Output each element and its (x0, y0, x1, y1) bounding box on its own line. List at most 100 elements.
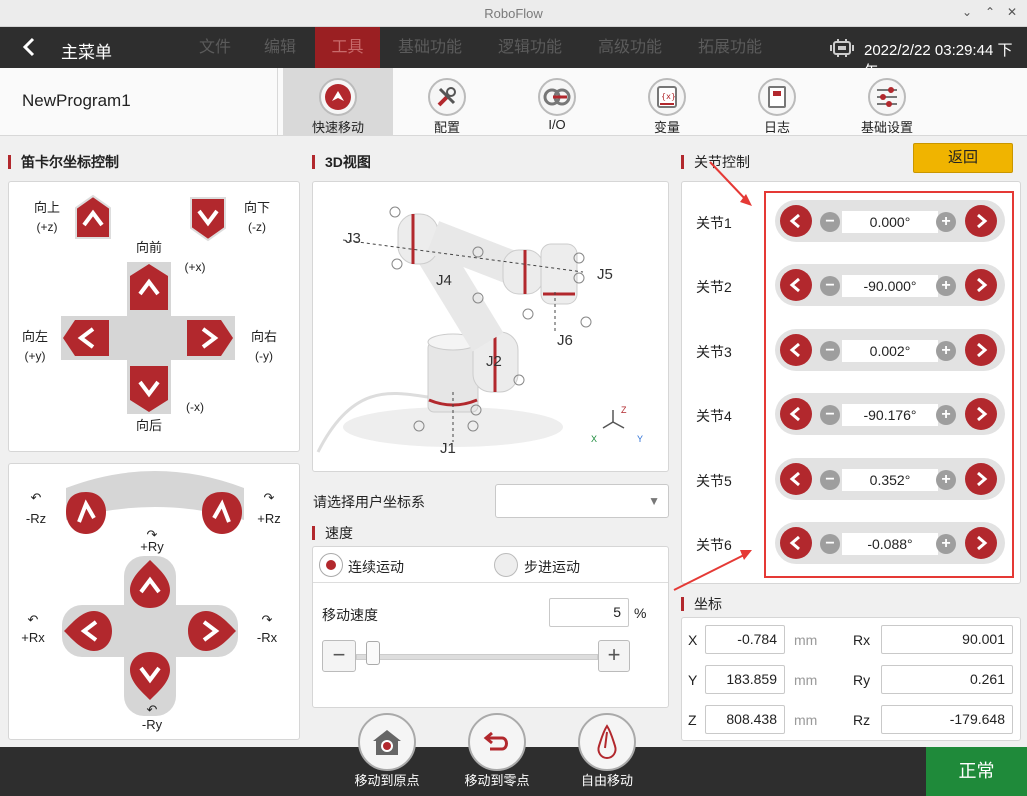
step-mode-label: 步进运动 (524, 559, 580, 575)
minus-icon[interactable]: − (820, 212, 840, 232)
menu-file[interactable]: 文件 (190, 27, 240, 68)
rotate-pos-ry-button[interactable] (128, 558, 172, 610)
speed-increase-button[interactable]: + (598, 640, 630, 672)
speed-slider-track[interactable] (356, 654, 598, 660)
plus-icon[interactable]: + (936, 470, 956, 490)
joint-6-increase-button[interactable] (965, 527, 997, 559)
menu-extension-functions[interactable]: 拓展功能 (690, 27, 770, 68)
joint-2-value[interactable]: -90.000° (842, 275, 938, 297)
rotate-neg-rx-button[interactable] (186, 609, 238, 653)
hand-icon (597, 724, 617, 760)
move-forward-button[interactable] (128, 262, 170, 312)
joint-4-decrease-button[interactable] (780, 398, 812, 430)
rotate-neg-ry-button[interactable] (128, 650, 172, 702)
tool-config[interactable]: 配置 (392, 68, 502, 136)
step-mode-radio[interactable] (494, 553, 518, 577)
move-right-button[interactable] (185, 318, 235, 358)
tool-log[interactable]: 日志 (722, 68, 832, 136)
z-unit: mm (794, 712, 818, 728)
plus-icon[interactable]: + (936, 341, 956, 361)
move-speed-input[interactable]: 5 (549, 598, 629, 627)
move-back-button[interactable] (128, 364, 170, 414)
joint-1-control-row: −0.000° + (775, 200, 1005, 242)
continuous-mode-radio[interactable] (319, 553, 343, 577)
move-home-button[interactable] (358, 713, 416, 771)
joint-1-increase-button[interactable] (965, 205, 997, 237)
joint-4-label: 关节4 (696, 408, 732, 424)
move-down-label: 向下 (243, 200, 270, 215)
back-arrow-icon[interactable] (22, 37, 36, 62)
joint-4-increase-button[interactable] (965, 398, 997, 430)
free-move-button[interactable] (578, 713, 636, 771)
joint-5-decrease-button[interactable] (780, 463, 812, 495)
menu-tools[interactable]: 工具 (315, 27, 380, 68)
rotate-neg-rz-button[interactable] (64, 490, 108, 536)
joint-5-control-row: −0.352° + (775, 458, 1005, 500)
minus-icon[interactable]: − (820, 276, 840, 296)
ry-neg-rotate-icon: ↶ (146, 702, 158, 717)
joint-4-value[interactable]: -90.176° (842, 404, 938, 426)
plus-icon[interactable]: + (936, 276, 956, 296)
top-menu-bar: 主菜单 文件 编辑 工具 基础功能 逻辑功能 高级功能 拓展功能 2022/2/… (0, 27, 1027, 80)
rz-value: -179.648 (881, 705, 1013, 734)
dropdown-arrow-icon: ▼ (648, 494, 660, 508)
joint-3-increase-button[interactable] (965, 334, 997, 366)
minus-icon[interactable]: − (820, 405, 840, 425)
y-label: Y (688, 672, 698, 688)
speed-decrease-button[interactable]: − (322, 640, 356, 672)
rotate-pos-rx-button[interactable] (62, 609, 114, 653)
joint-5-increase-button[interactable] (965, 463, 997, 495)
joint-1-value[interactable]: 0.000° (842, 211, 938, 233)
close-icon[interactable]: ✕ (1007, 5, 1017, 19)
return-button[interactable]: 返回 (913, 143, 1013, 173)
quick-move-icon (319, 78, 357, 116)
joint-5-value[interactable]: 0.352° (842, 469, 938, 491)
menu-advanced-functions[interactable]: 高级功能 (590, 27, 670, 68)
coord-system-select[interactable]: ▼ (495, 484, 669, 518)
variable-icon: {x} (648, 78, 686, 116)
joint-6-decrease-button[interactable] (780, 527, 812, 559)
joint-3-label: 关节3 (696, 344, 732, 360)
rz-label: Rz (853, 712, 871, 728)
joint-3-control-row: −0.002° + (775, 329, 1005, 371)
tool-variables[interactable]: {x} 变量 (612, 68, 722, 136)
menu-edit[interactable]: 编辑 (255, 27, 305, 68)
maximize-icon[interactable]: ⌃ (985, 5, 995, 19)
neg-rz-label: -Rz (25, 511, 47, 526)
move-down-button[interactable] (187, 194, 229, 242)
y-unit: mm (794, 672, 818, 688)
joint-2-decrease-button[interactable] (780, 269, 812, 301)
joint-5-label: 关节5 (696, 473, 732, 489)
settings-sliders-icon (868, 78, 906, 116)
move-left-button[interactable] (61, 318, 111, 358)
minimize-icon[interactable]: ⌄ (962, 5, 972, 19)
tool-label: 配置 (433, 120, 460, 135)
plus-icon[interactable]: + (936, 212, 956, 232)
menu-logic-functions[interactable]: 逻辑功能 (490, 27, 570, 68)
tool-basic-settings[interactable]: 基础设置 (832, 68, 942, 136)
tool-io[interactable]: I/O (502, 68, 612, 136)
axis-y-label: Y (637, 434, 644, 444)
minus-icon[interactable]: − (820, 470, 840, 490)
pos-rz-label: +Rz (257, 511, 281, 526)
minus-icon[interactable]: − (820, 341, 840, 361)
x-unit: mm (794, 632, 818, 648)
menu-basic-functions[interactable]: 基础功能 (390, 27, 470, 68)
move-zero-button[interactable] (468, 713, 526, 771)
joint-3-value[interactable]: 0.002° (842, 340, 938, 362)
joint-2-increase-button[interactable] (965, 269, 997, 301)
joint-6-value[interactable]: -0.088° (842, 533, 938, 555)
joint-3-decrease-button[interactable] (780, 334, 812, 366)
rz-pos-rotate-icon: ↷ (263, 490, 275, 505)
tool-quick-move[interactable]: 快速移动 (283, 68, 393, 136)
minus-icon[interactable]: − (820, 534, 840, 554)
move-forward-sublabel: (+x) (184, 260, 206, 274)
plus-icon[interactable]: + (936, 405, 956, 425)
main-menu-button[interactable]: 主菜单 (61, 38, 112, 63)
pos-rx-label: +Rx (21, 630, 45, 645)
rotate-pos-rz-button[interactable] (200, 490, 244, 536)
joint-1-decrease-button[interactable] (780, 205, 812, 237)
plus-icon[interactable]: + (936, 534, 956, 554)
speed-slider-handle[interactable] (366, 641, 381, 665)
move-up-button[interactable] (72, 194, 114, 242)
